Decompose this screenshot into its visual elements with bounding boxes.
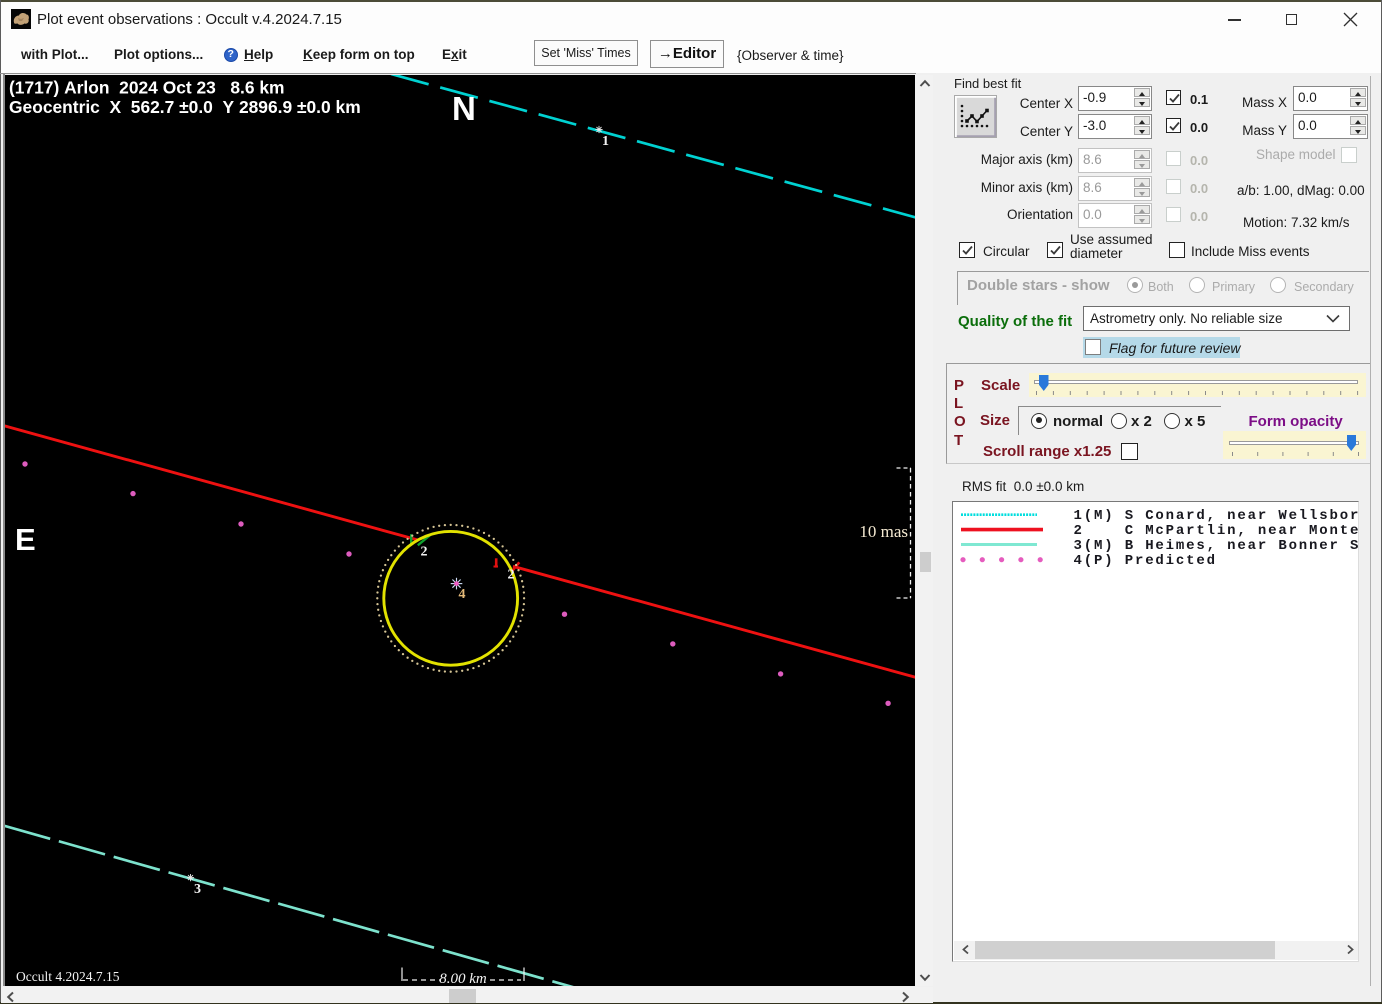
svg-text:Occult 4.2024.7.15: Occult 4.2024.7.15 [16,969,120,984]
svg-text:10 mas: 10 mas [859,522,908,541]
svg-text:8.00 km: 8.00 km [439,971,487,986]
svg-text:(1717) Arlon 2024 Oct 23 8.: (1717) Arlon 2024 Oct 23 8.6 km [9,78,285,98]
svg-text:2: 2 [421,545,428,560]
svg-text:N: N [452,90,476,127]
svg-text:E: E [15,522,36,557]
svg-text:1: 1 [602,134,609,149]
svg-text:3: 3 [194,882,201,897]
svg-text:4: 4 [459,587,466,602]
svg-text:Geocentric X 562.7 ±0.0 Y 2: Geocentric X 562.7 ±0.0 Y 2896.9 ±0.0 km [9,97,361,117]
svg-text:2: 2 [508,568,515,583]
